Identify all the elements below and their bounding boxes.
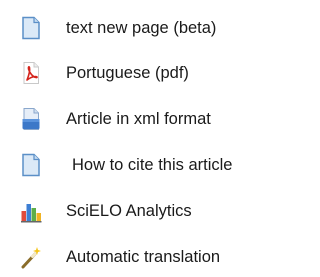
automatic-translation-label: Automatic translation — [66, 248, 221, 266]
text-new-page-label: text new page (beta) — [66, 19, 217, 37]
article-tools-menu: text new page (beta) Portuguese (pdf) Ar… — [0, 0, 294, 277]
magic-wand-icon — [21, 247, 41, 269]
pdf-icon — [23, 62, 39, 84]
scielo-analytics-label: SciELO Analytics — [66, 202, 192, 220]
page-icon — [22, 153, 40, 177]
xml-format-link[interactable]: Article in xml format — [0, 103, 294, 135]
xml-format-label: Article in xml format — [66, 110, 211, 128]
how-to-cite-label: How to cite this article — [72, 156, 233, 174]
xml-icon — [22, 108, 40, 130]
text-new-page-link[interactable]: text new page (beta) — [0, 12, 294, 44]
pdf-download-label: Portuguese (pdf) — [66, 64, 189, 82]
page-icon — [22, 16, 40, 40]
how-to-cite-link[interactable]: How to cite this article — [0, 149, 294, 181]
scielo-analytics-link[interactable]: SciELO Analytics — [0, 195, 294, 227]
pdf-download-link[interactable]: Portuguese (pdf) — [0, 57, 294, 89]
bar-chart-icon — [21, 204, 42, 223]
automatic-translation-link[interactable]: Automatic translation — [0, 241, 294, 273]
